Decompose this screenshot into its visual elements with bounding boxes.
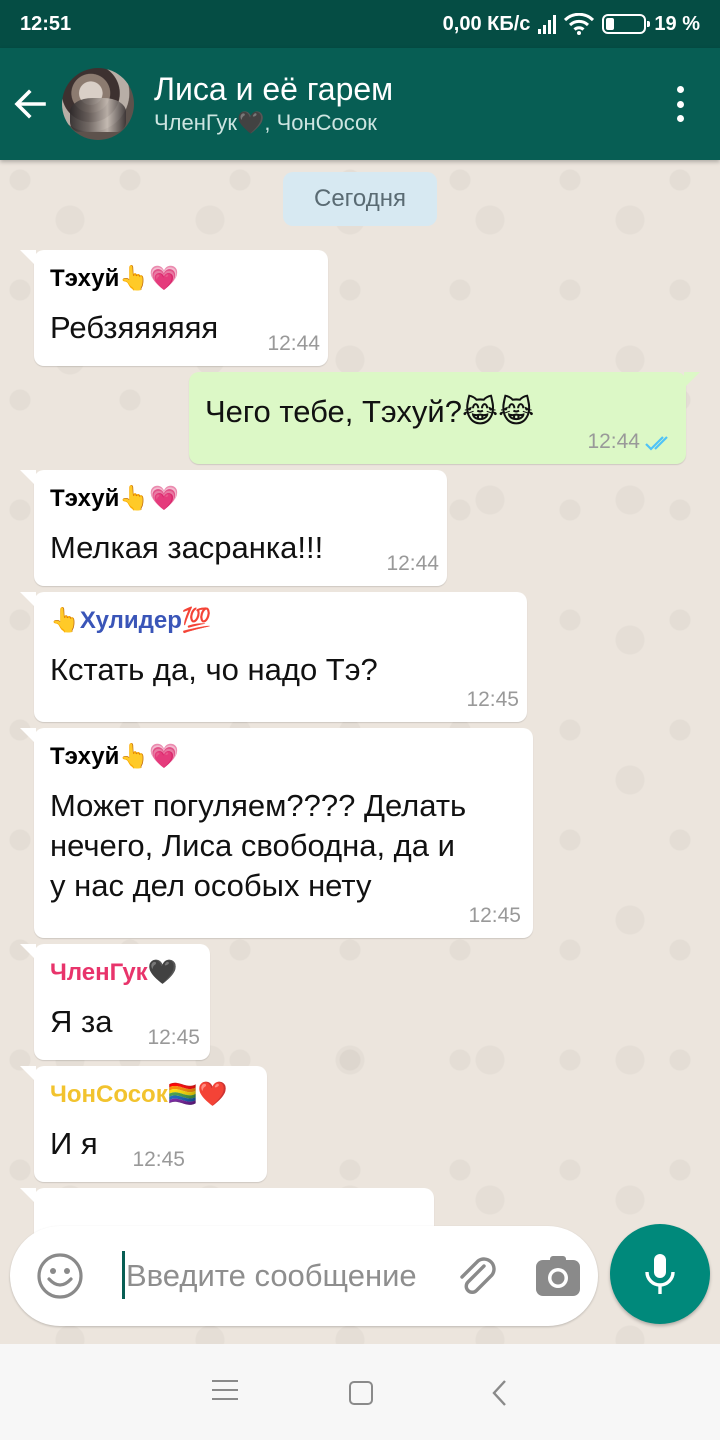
status-time: 12:51: [20, 12, 72, 35]
text-cursor: [122, 1251, 125, 1299]
chat-subtitle: ЧленГук🖤, ЧонСосок: [154, 110, 377, 135]
battery-level: 19 %: [654, 12, 700, 35]
more-options-button[interactable]: [666, 86, 694, 122]
wifi-icon: [564, 13, 595, 35]
paperclip-icon[interactable]: [454, 1252, 502, 1300]
message-sender: Тэхуй👆💗: [50, 743, 180, 770]
message-bubble[interactable]: 👆Хулидер💯 Кстать да, чо надо Тэ? 12:45: [20, 592, 527, 722]
message-time: 12:45: [466, 688, 519, 711]
message-time: 12:44: [267, 332, 320, 355]
arrow-left-icon: [14, 89, 46, 119]
message-sender: 👆Хулидер💯: [50, 607, 212, 634]
message-bubble[interactable]: Тэхуй👆💗 Ребзяяяяяя 12:44: [20, 250, 328, 366]
message-bubble[interactable]: Тэхуй👆💗 Мелкая засранка!!! 12:44: [20, 470, 447, 586]
message-time: 12:45: [147, 1026, 200, 1049]
voice-record-button[interactable]: [610, 1224, 710, 1324]
message-input[interactable]: [126, 1250, 466, 1302]
signal-icon: [538, 14, 557, 34]
message-list[interactable]: Сегодня Тэхуй👆💗 Ребзяяяяяя 12:44 Чего те…: [0, 160, 720, 1344]
message-time: 12:45: [132, 1148, 185, 1171]
message-text: Ребзяяяяяя: [50, 310, 219, 345]
message-sender: Тэхуй👆💗: [50, 485, 180, 512]
group-avatar[interactable]: [62, 68, 134, 140]
message-sender: Тэхуй👆💗: [50, 265, 180, 292]
smile-icon[interactable]: [34, 1250, 86, 1302]
status-bar: 12:51 0,00 КБ/с 19 %: [0, 0, 720, 48]
message-bubble[interactable]: ЧонСосок🏳️‍🌈❤️ И я 12:45: [20, 1066, 267, 1182]
message-text: Чего тебе, Тэхуй?😹😹: [205, 394, 535, 429]
message-text: И я: [50, 1126, 98, 1161]
chat-header: Лиса и её гарем ЧленГук🖤, ЧонСосок: [0, 48, 720, 160]
back-button[interactable]: [0, 48, 60, 160]
system-back-icon[interactable]: [488, 1378, 512, 1408]
message-time: 12:45: [468, 904, 521, 927]
message-text: Я за: [50, 1004, 113, 1039]
message-text: Кстать да, чо надо Тэ?: [50, 652, 378, 687]
mic-icon: [645, 1254, 675, 1294]
message-bubble[interactable]: ЧленГук🖤 Я за 12:45: [20, 944, 210, 1060]
message-text-line: у нас дел особых нету: [50, 868, 372, 903]
date-separator: Сегодня: [283, 172, 437, 226]
message-sender: ЧонСосок🏳️‍🌈❤️: [50, 1081, 228, 1108]
network-speed: 0,00 КБ/с: [442, 12, 531, 35]
home-button[interactable]: [349, 1381, 373, 1405]
message-bubble-outgoing[interactable]: Чего тебе, Тэхуй?😹😹 12:44: [189, 372, 700, 464]
message-text-line: Может погуляем???? Делать: [50, 788, 467, 823]
message-time: 12:44: [587, 430, 640, 453]
battery-icon: [602, 14, 651, 34]
message-composer: [10, 1226, 598, 1326]
message-text: Может погуляем???? Делать нечего, Лиса с…: [50, 786, 466, 906]
status-indicators: 0,00 КБ/с 19 %: [443, 13, 700, 36]
message-text: Мелкая засранка!!!: [50, 530, 324, 565]
message-sender: ЧленГук🖤: [50, 959, 178, 986]
recent-apps-button[interactable]: [212, 1380, 238, 1400]
message-time: 12:44: [386, 552, 439, 575]
read-ticks-icon: [645, 436, 668, 451]
system-nav-bar: [0, 1344, 720, 1440]
message-bubble[interactable]: Тэхуй👆💗 Может погуляем???? Делать нечего…: [20, 728, 533, 938]
message-text-line: нечего, Лиса свободна, да и: [50, 828, 455, 863]
more-vert-icon: [676, 86, 684, 93]
chat-title: Лиса и её гарем: [154, 71, 394, 107]
chat-info[interactable]: Лиса и её гарем ЧленГук🖤, ЧонСосок: [154, 70, 393, 138]
camera-icon[interactable]: [534, 1252, 582, 1300]
